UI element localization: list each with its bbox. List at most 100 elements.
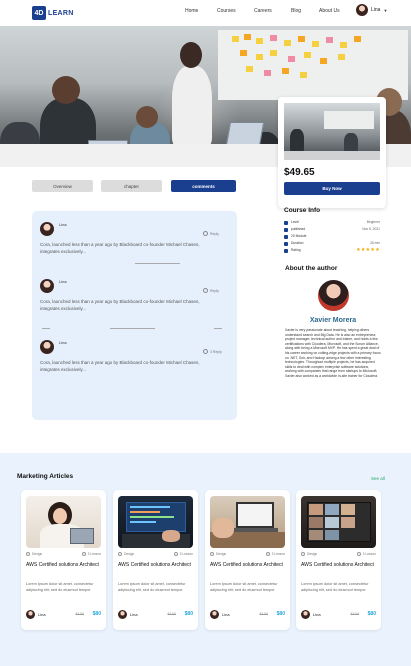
article-description: Lorem ipsum dolor sit amet, consectetur … [26, 582, 94, 592]
reply-button[interactable]: Reply [203, 231, 219, 236]
user-menu[interactable]: Lina ▼ [356, 4, 387, 16]
old-price: $100 [167, 612, 176, 616]
tag-icon [210, 552, 214, 556]
info-row-level: Level Beginner [284, 220, 380, 226]
article-description: Lorem ipsum dolor sit amet, consectetur … [301, 582, 369, 592]
article-author: Lina [38, 612, 46, 617]
tag-icon [26, 552, 30, 556]
reply-icon [203, 349, 208, 354]
avatar [210, 610, 219, 619]
top-navbar: 4D LEARN Home Courses Careers Blog About… [0, 0, 411, 26]
avatar [40, 222, 54, 236]
nav-link-blog[interactable]: Blog [291, 8, 301, 14]
reply-icon [203, 288, 208, 293]
module-icon [284, 235, 288, 239]
avatar [356, 4, 368, 16]
info-row-rating: Rating ★★★★★ [284, 247, 380, 254]
tag-icon [118, 552, 122, 556]
avatar [301, 610, 310, 619]
old-price: $100 [350, 612, 359, 616]
logo-mark: 4D [32, 6, 46, 20]
article-image [118, 496, 193, 548]
info-row-modules: 20 Module [284, 234, 380, 240]
article-card[interactable]: Design 3 Lesson AWS Certified solutions … [113, 490, 198, 630]
comment-text: Cora, launched less than a year ago by B… [40, 242, 200, 254]
nav-link-about[interactable]: About Us [319, 8, 340, 14]
nav-link-careers[interactable]: Careers [254, 8, 272, 14]
article-meta: Design 3 Lesson [118, 552, 193, 558]
author-bio: Xavier is very passionate about teaching… [285, 328, 381, 378]
tab-chapter[interactable]: chapter [101, 180, 162, 192]
articles-title: Marketing Articles [17, 473, 74, 480]
article-title: AWS Certified solutions Architect [301, 562, 374, 568]
lesson-icon [356, 552, 361, 556]
article-footer: Lina $100 $80 [26, 610, 101, 620]
lesson-icon [173, 552, 178, 556]
article-card[interactable]: Design 3 Lesson AWS Certified solutions … [296, 490, 381, 630]
article-meta: Design 3 Lesson [301, 552, 376, 558]
article-title: AWS Certified solutions Architect [118, 562, 191, 568]
author-avatar [318, 280, 349, 311]
divider [214, 328, 222, 329]
article-meta: Design 3 Lesson [210, 552, 285, 558]
comment-text: Cora, launched less than a year ago by B… [40, 299, 200, 311]
comment-item: Lina Reply Cora, launched less than a ye… [40, 279, 230, 329]
price: $80 [276, 611, 285, 617]
article-author: Lina [130, 612, 138, 617]
course-purchase-card: $49.65 Buy Now [278, 97, 386, 208]
comment-item: Lina 3 Reply Cora, launched less than a … [40, 340, 230, 390]
article-title: AWS Certified solutions Architect [210, 562, 283, 568]
calendar-icon [284, 228, 288, 232]
comment-author: Lina [59, 340, 67, 345]
article-footer: Lina $100 $80 [118, 610, 193, 620]
article-footer: Lina $100 $80 [210, 610, 285, 620]
rating-icon [284, 249, 288, 253]
avatar [40, 279, 54, 293]
article-image [301, 496, 376, 548]
see-all-link[interactable]: See all [371, 476, 385, 481]
old-price: $100 [75, 612, 84, 616]
article-author: Lina [313, 612, 321, 617]
comments-panel: Lina Reply Cora, launched less than a ye… [32, 211, 237, 420]
logo[interactable]: 4D LEARN [32, 5, 74, 21]
price: $80 [367, 611, 376, 617]
divider [135, 263, 180, 264]
info-row-published: published Nov 8, 2021 [284, 227, 380, 233]
article-meta: Design 3 Lesson [26, 552, 101, 558]
buy-now-button[interactable]: Buy Now [284, 182, 380, 195]
article-title: AWS Certified solutions Architect [26, 562, 99, 568]
lesson-icon [265, 552, 270, 556]
reply-button[interactable]: Reply [203, 288, 219, 293]
article-card[interactable]: Design 3 Lesson AWS Certified solutions … [205, 490, 290, 630]
tab-comments[interactable]: comments [171, 180, 236, 192]
comment-author: Lina [59, 222, 67, 227]
nav-link-home[interactable]: Home [185, 8, 198, 14]
article-image [26, 496, 101, 548]
reply-button[interactable]: 3 Reply [203, 349, 222, 354]
clock-icon [284, 242, 288, 246]
reply-icon [203, 231, 208, 236]
tag-icon [301, 552, 305, 556]
logo-text: LEARN [48, 9, 74, 17]
lesson-icon [81, 552, 86, 556]
avatar [40, 340, 54, 354]
comment-item: Lina Reply Cora, launched less than a ye… [40, 222, 230, 272]
divider [110, 328, 155, 329]
chevron-down-icon: ▼ [383, 7, 388, 13]
user-name: Lina [371, 7, 381, 13]
comment-author: Lina [59, 279, 67, 284]
star-rating: ★★★★★ [356, 247, 380, 253]
price: $80 [92, 611, 101, 617]
course-price: $49.65 [284, 167, 315, 178]
nav-link-courses[interactable]: Courses [217, 8, 236, 14]
author-name[interactable]: Xavier Morera [285, 317, 381, 324]
tab-overview[interactable]: Overview [32, 180, 93, 192]
article-description: Lorem ipsum dolor sit amet, consectetur … [210, 582, 278, 592]
comment-text: Cora, launched less than a year ago by B… [40, 360, 200, 372]
level-icon [284, 221, 288, 225]
avatar [26, 610, 35, 619]
article-author: Lina [222, 612, 230, 617]
price: $80 [184, 611, 193, 617]
avatar [118, 610, 127, 619]
article-card[interactable]: Design 3 Lesson AWS Certified solutions … [21, 490, 106, 630]
